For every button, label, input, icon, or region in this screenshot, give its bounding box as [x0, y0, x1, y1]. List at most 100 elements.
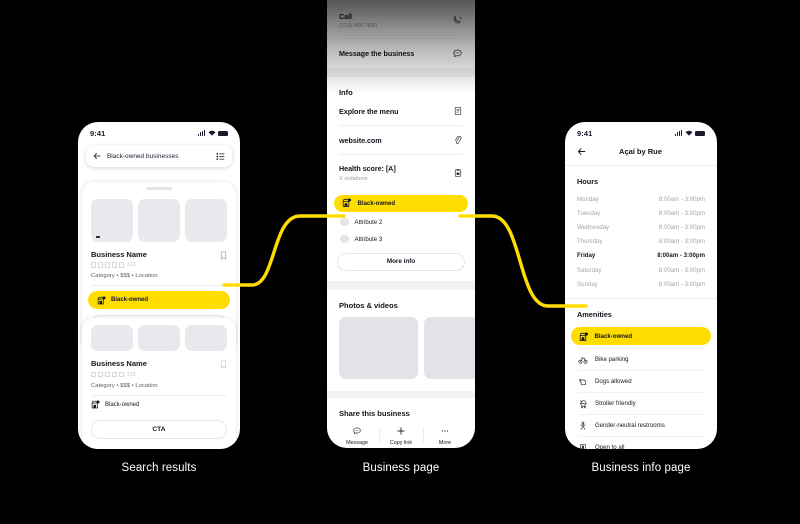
star-icon	[97, 262, 104, 268]
star-icon	[111, 371, 118, 378]
status-bar: 9:41	[78, 122, 240, 141]
amenity-row-bike-parking[interactable]: Bike parking	[565, 349, 717, 370]
hours-time: 8:00am - 3:00pm	[658, 266, 705, 274]
star-icon	[118, 262, 125, 268]
action-row-message[interactable]: Message the business	[327, 39, 475, 68]
status-time: 9:41	[90, 128, 106, 138]
cta-button[interactable]: CTA	[91, 419, 227, 439]
amenity-chip-label: Black-owned	[594, 332, 633, 340]
message-icon	[453, 49, 462, 58]
page-header: Açaí by Rue	[565, 141, 717, 165]
thumbnail[interactable]	[91, 325, 133, 351]
hours-day: Monday	[577, 195, 599, 203]
amenity-row-gender-neutral-restrooms[interactable]: Gender-neutral restrooms	[565, 415, 717, 436]
business-meta: Category • $$$ • Location	[91, 382, 158, 389]
status-time: 9:41	[577, 128, 593, 138]
hours-row: Wednesday 8:00am - 3:00pm	[565, 220, 717, 234]
business-name: Business Name	[91, 249, 147, 259]
share-button-message[interactable]: Message	[335, 426, 379, 446]
attribute-chip-black-owned[interactable]: Black-owned	[88, 291, 230, 310]
action-row-call[interactable]: Call (123) 456 7890	[327, 3, 475, 39]
photo-gallery[interactable]	[327, 310, 475, 391]
hours-time: 8:00am - 3:00pm	[658, 195, 705, 203]
back-arrow-icon[interactable]	[577, 147, 586, 156]
signal-icon	[674, 130, 682, 136]
hours-time: 8:00am - 3:00pm	[658, 238, 705, 246]
attribute-row-label: Attribute 2	[354, 218, 383, 226]
amenity-label: Gender-neutral restrooms	[595, 422, 665, 430]
section-gap	[327, 390, 475, 398]
more-info-button[interactable]: More info	[337, 252, 465, 271]
share-label: Copy link	[389, 439, 413, 446]
hours-time: 8:00am - 3:00pm	[657, 252, 705, 260]
list-view-icon[interactable]	[216, 152, 225, 161]
rating-count: 123	[126, 262, 136, 269]
attribute-row-3[interactable]: Attribute 3	[327, 229, 475, 246]
bicycle-icon	[578, 357, 588, 364]
star-rating	[91, 371, 125, 378]
share-button-copy-link[interactable]: Copy link	[379, 426, 423, 446]
action-title: Call	[339, 11, 352, 21]
thumbnail[interactable]	[91, 198, 133, 242]
info-title: website.com	[339, 135, 382, 145]
hours-heading: Hours	[577, 177, 599, 186]
attribute-chip-label: Black-owned	[357, 199, 396, 207]
amenity-row-dogs-allowed[interactable]: Dogs allowed	[565, 371, 717, 392]
search-result-card[interactable]: Business Name 123 Category • $$$ • Locat…	[82, 318, 236, 449]
attribute-row-black-owned[interactable]: Black-owned	[82, 396, 236, 414]
bookmark-icon[interactable]	[220, 251, 227, 260]
hours-day: Wednesday	[577, 223, 610, 231]
placeholder-circle-icon	[340, 217, 349, 227]
info-title: Health score: [A]	[339, 164, 396, 173]
amenity-row-open-to-all[interactable]: Open to all	[565, 437, 717, 449]
info-heading: Info	[339, 88, 353, 97]
photo-thumbnail[interactable]	[424, 316, 475, 379]
section-gap	[327, 280, 475, 290]
wifi-icon	[685, 130, 692, 136]
hours-row: Saturday 8:00am - 3:00pm	[565, 263, 717, 277]
black-owned-shop-icon	[342, 198, 352, 208]
caption-business-info-page: Business info page	[591, 462, 691, 474]
hours-row: Sunday 8:00am - 3:00pm	[565, 277, 717, 291]
search-bar-container: Black-owned businesses	[78, 141, 240, 175]
thumbnail[interactable]	[138, 325, 180, 351]
hours-time: 8:00am - 3:00pm	[658, 223, 705, 231]
hours-day: Sunday	[577, 280, 598, 288]
action-subtitle: (123) 456 7890	[339, 23, 377, 29]
amenity-label: Bike parking	[595, 356, 629, 364]
bookmark-icon[interactable]	[220, 360, 227, 369]
hours-day: Thursday	[577, 238, 603, 246]
search-input[interactable]: Black-owned businesses	[86, 145, 232, 167]
wifi-icon	[208, 130, 215, 136]
attribute-row-label: Attribute 3	[354, 235, 383, 243]
amenity-row-stroller-friendly[interactable]: Stroller friendly	[565, 393, 717, 414]
attribute-chip-black-owned[interactable]: Black-owned	[334, 194, 468, 212]
thumbnail[interactable]	[138, 198, 180, 242]
business-meta: Category • $$$ • Location	[91, 273, 158, 280]
share-button-more[interactable]: More	[423, 426, 467, 446]
business-scroll[interactable]: Maps Get directions Address Call (123) 4…	[327, 0, 475, 448]
amenity-chip-black-owned[interactable]: Black-owned	[571, 327, 711, 346]
screenshot-canvas: 9:41 Black-owned businesses Business Nam…	[0, 0, 800, 524]
battery-icon	[695, 131, 705, 136]
attribute-row-2[interactable]: Attribute 2	[327, 212, 475, 229]
star-icon	[104, 371, 111, 378]
share-label: Message	[346, 439, 368, 446]
thumbnail[interactable]	[185, 325, 227, 351]
thumbnail-row	[82, 190, 236, 242]
share-heading: Share this business	[339, 408, 410, 418]
back-arrow-icon[interactable]	[93, 152, 101, 160]
restroom-icon	[580, 421, 586, 430]
attribute-chip-label: Black-owned	[111, 297, 149, 304]
hours-day: Saturday	[577, 266, 602, 274]
attribute-row-label: Black-owned	[105, 401, 140, 408]
dog-icon	[579, 378, 586, 385]
photo-thumbnail[interactable]	[339, 316, 418, 379]
thumbnail[interactable]	[185, 198, 227, 242]
info-row-health-score[interactable]: Health score: [A] X violations	[327, 155, 475, 191]
link-icon	[455, 135, 462, 144]
caption-search-results: Search results	[121, 462, 197, 474]
info-row-explore-menu[interactable]: Explore the menu	[327, 97, 475, 125]
info-row-website[interactable]: website.com	[327, 126, 475, 154]
amenities-heading: Amenities	[577, 310, 612, 320]
